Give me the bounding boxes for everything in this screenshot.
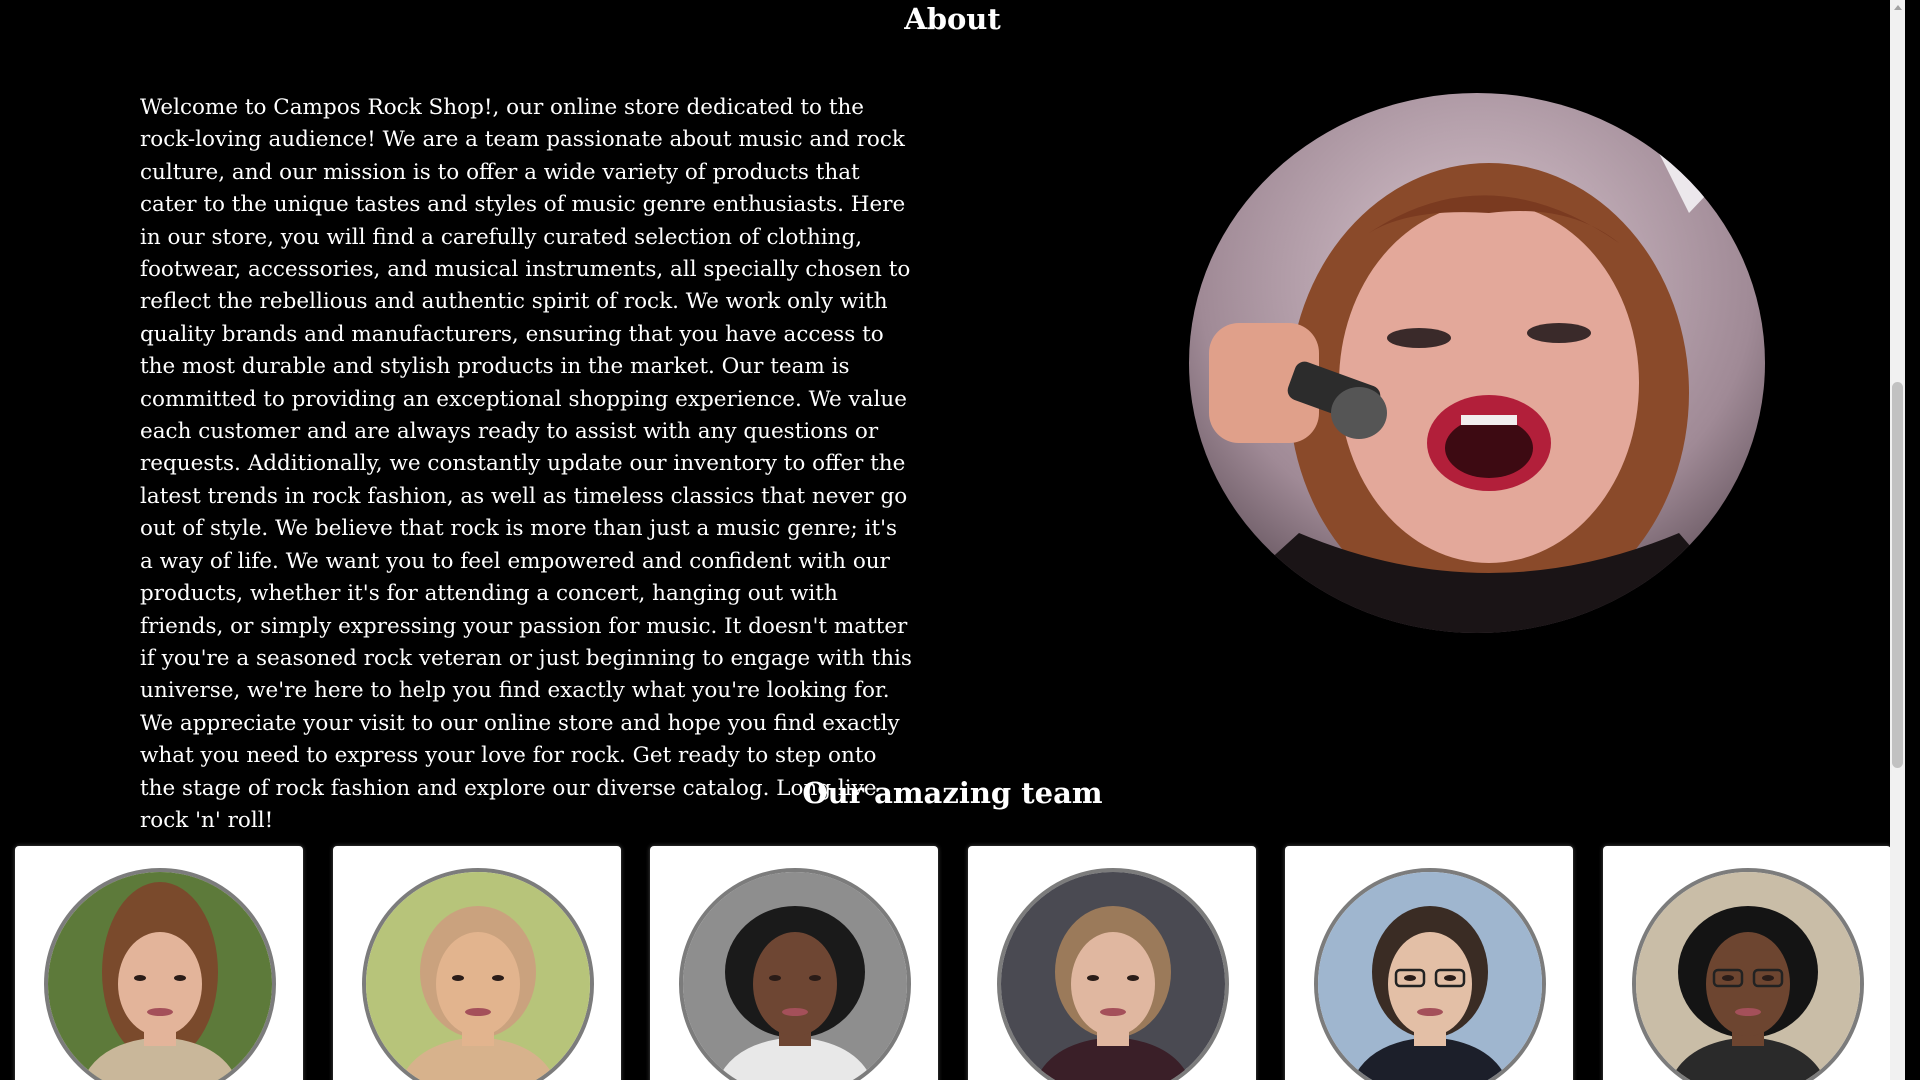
vertical-scrollbar[interactable] <box>1890 0 1905 1080</box>
woman-curly-hair-portrait <box>683 872 907 1080</box>
man-glasses-suit-portrait <box>1318 872 1542 1080</box>
about-text: Welcome to Campos Rock Shop!, our online… <box>140 95 912 833</box>
team-member-avatar <box>996 868 1229 1080</box>
man-earring-portrait <box>1000 872 1225 1080</box>
team-member-card <box>967 846 1256 1080</box>
team-member-card <box>15 846 303 1080</box>
hero-image <box>1189 93 1765 633</box>
scrollbar-thumb[interactable] <box>1892 382 1903 768</box>
team-member-avatar <box>1631 868 1864 1080</box>
singer-with-microphone-photo <box>1189 93 1765 633</box>
shaved-head-portrait <box>365 872 590 1080</box>
team-member-card <box>1602 846 1891 1080</box>
team-member-avatar <box>361 868 594 1080</box>
team-member-avatar <box>44 868 276 1080</box>
man-afro-glasses-portrait <box>1635 872 1860 1080</box>
team-card-list <box>15 846 1891 1080</box>
team-member-card <box>650 846 938 1080</box>
team-member-card <box>1285 846 1573 1080</box>
woman-long-hair-portrait <box>48 872 272 1080</box>
about-page: About Welcome to Campos Rock Shop!, our … <box>0 0 1905 1080</box>
team-member-avatar <box>679 868 911 1080</box>
team-member-card <box>332 846 621 1080</box>
about-title: About <box>904 2 1001 36</box>
team-title: Our amazing team <box>802 776 1103 810</box>
scroll-up-icon[interactable] <box>1890 0 1905 15</box>
team-member-avatar <box>1314 868 1546 1080</box>
